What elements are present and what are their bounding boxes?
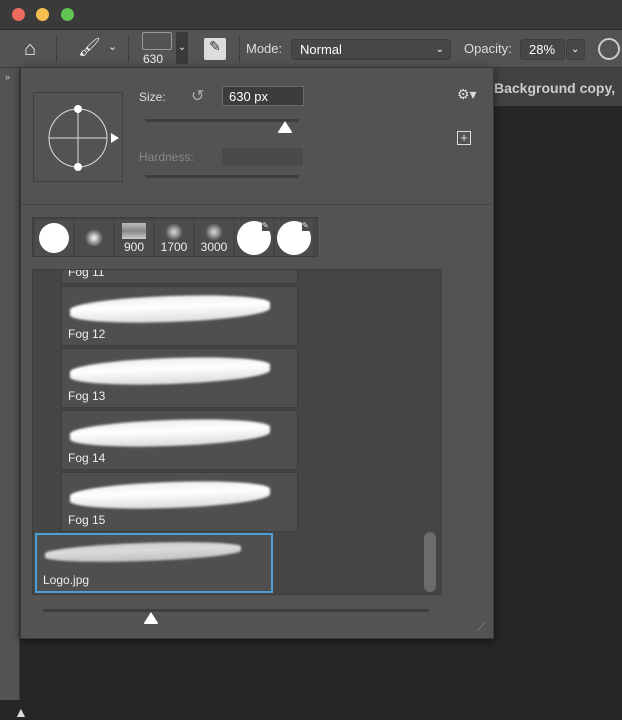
size-label: Size: [139, 90, 166, 104]
recent-brush[interactable]: 1700 [155, 220, 193, 256]
brush-tip-preview[interactable] [33, 92, 123, 182]
eraser-icon: ✎ [302, 221, 312, 231]
size-input[interactable]: 630 px [222, 86, 304, 106]
list-item-selected[interactable]: Logo.jpg [35, 533, 273, 593]
triangle-tool-icon[interactable]: ▲ [14, 704, 28, 720]
list-item[interactable]: Fog 11 [61, 270, 298, 284]
document-tab[interactable]: Background copy, [494, 68, 622, 106]
document-tab-label: Background copy, [494, 80, 616, 96]
preview-size-slider[interactable] [43, 609, 429, 612]
tools-panel: » ▲ [0, 68, 28, 720]
home-icon[interactable]: ⌂ [24, 38, 36, 61]
brush-tool-icon[interactable]: 🖌 [78, 37, 101, 58]
mode-label: Mode: [246, 41, 283, 56]
eraser-icon: ✎ [262, 221, 272, 231]
recent-brush[interactable]: ✎ [235, 220, 273, 256]
brush-preset-icon[interactable] [142, 32, 172, 50]
list-scrollbar[interactable] [424, 532, 436, 592]
size-slider[interactable] [145, 119, 299, 122]
gear-icon[interactable]: ⚙▾ [457, 86, 477, 103]
new-preset-icon[interactable]: + [457, 131, 471, 145]
options-bar: ⌂ 🖌 ⌄ 630 ⌄ ✎ Mode: Normal ⌄ Opacity: 28%… [0, 30, 622, 68]
expand-icon[interactable]: » [5, 72, 10, 82]
recent-brushes: 900 1700 3000 ✎ ✎ [32, 217, 318, 257]
brush-angle-icon [48, 105, 119, 171]
hardness-label: Hardness: [139, 150, 194, 164]
hardness-slider[interactable] [145, 175, 299, 178]
recent-brush[interactable]: 900 [115, 220, 153, 256]
mode-select[interactable]: Normal ⌄ [291, 39, 451, 60]
hardness-input[interactable] [221, 147, 304, 167]
minimize-window-button[interactable] [36, 8, 49, 21]
close-window-button[interactable] [12, 8, 25, 21]
recent-brush[interactable] [35, 220, 73, 256]
list-item[interactable]: Fog 15 [61, 472, 298, 532]
list-item[interactable]: Fog 14 [61, 410, 298, 470]
recent-brush[interactable]: 3000 [195, 220, 233, 256]
recent-brush[interactable] [75, 220, 113, 256]
reset-size-icon[interactable]: ↺ [191, 86, 204, 106]
brush-settings-icon[interactable]: ✎ [204, 38, 226, 60]
title-bar [0, 0, 622, 30]
brush-list: Fog 11 Fog 12 Fog 13 Fog 14 Fog 15 Logo.… [32, 269, 442, 595]
brush-preset-picker: Size: ↺ 630 px Hardness: ⚙▾ + 900 1700 3… [20, 67, 494, 639]
maximize-window-button[interactable] [61, 8, 74, 21]
pressure-opacity-icon[interactable] [598, 38, 620, 60]
opacity-label: Opacity: [464, 41, 512, 56]
resize-grip-icon[interactable]: ⟋ [477, 620, 485, 635]
recent-brush[interactable]: ✎ [275, 220, 313, 256]
chevron-down-icon[interactable]: ⌄ [108, 40, 117, 53]
chevron-down-icon: ⌄ [435, 44, 444, 55]
list-item[interactable]: Fog 13 [61, 348, 298, 408]
list-item[interactable]: Fog 12 [61, 286, 298, 346]
mode-value: Normal [300, 42, 342, 57]
opacity-input[interactable]: 28% [520, 39, 565, 60]
brush-picker-toggle[interactable]: ⌄ [176, 32, 188, 64]
brush-size-readout: 630 [143, 52, 164, 66]
opacity-dropdown[interactable]: ⌄ [566, 39, 585, 60]
